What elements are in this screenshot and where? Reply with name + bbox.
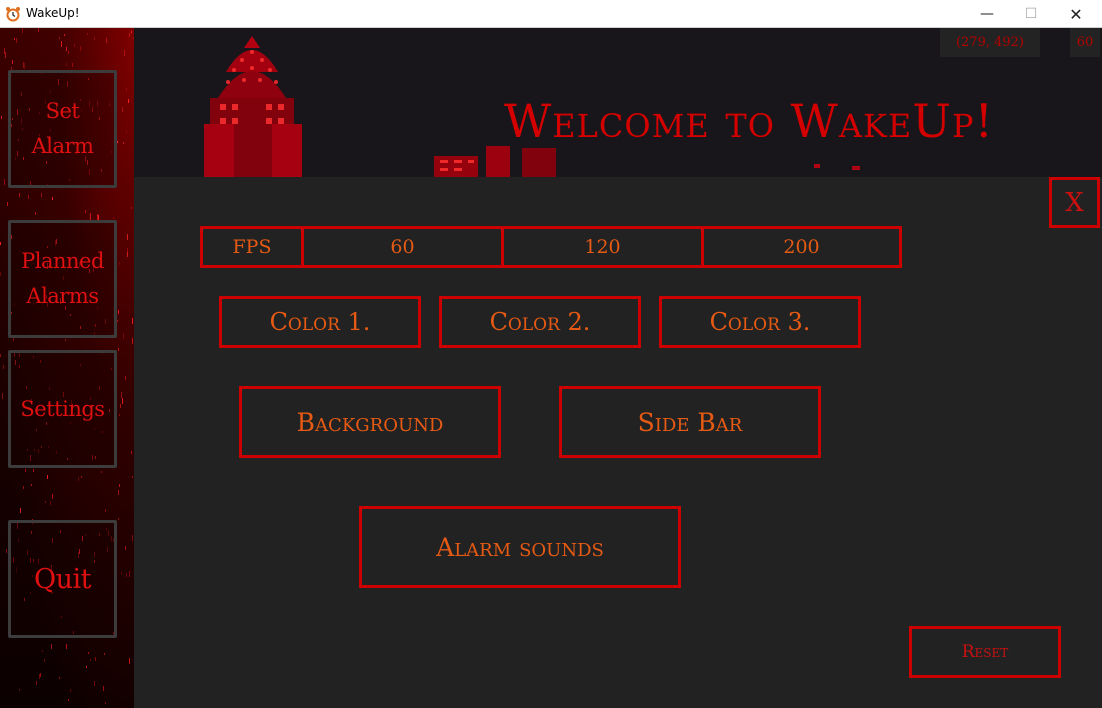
side-bar-button[interactable]: Side Bar bbox=[559, 386, 821, 458]
quit-label: Quit bbox=[33, 563, 92, 595]
planned-alarms-label-line2: Alarms bbox=[26, 284, 99, 308]
color-1-button[interactable]: Color 1. bbox=[219, 296, 421, 348]
settings-panel: X FPS 60 120 200 Color 1. Color 2. Color… bbox=[134, 177, 1102, 708]
maximize-button[interactable]: ☐ bbox=[1008, 0, 1054, 28]
settings-button[interactable]: Settings bbox=[8, 350, 117, 468]
fps-selector: FPS 60 120 200 bbox=[200, 226, 902, 268]
window-title: WakeUp! bbox=[26, 6, 80, 20]
fps-option-120[interactable]: 120 bbox=[501, 229, 701, 265]
window-titlebar: WakeUp! — ☐ ✕ bbox=[0, 0, 1102, 28]
background-button[interactable]: Background bbox=[239, 386, 501, 458]
set-alarm-label-line2: Alarm bbox=[31, 134, 94, 158]
header-banner: Welcome to WakeUp! (279, 492) 60 bbox=[134, 28, 1102, 177]
fps-option-60[interactable]: 60 bbox=[301, 229, 501, 265]
planned-alarms-button[interactable]: Planned Alarms bbox=[8, 220, 117, 338]
quit-button[interactable]: Quit bbox=[8, 520, 117, 638]
welcome-title: Welcome to WakeUp! bbox=[504, 94, 994, 148]
color-2-button[interactable]: Color 2. bbox=[439, 296, 641, 348]
alarm-sounds-button[interactable]: Alarm sounds bbox=[359, 506, 681, 588]
fps-label: FPS bbox=[232, 236, 272, 258]
mouse-coordinates-readout: (279, 492) bbox=[940, 28, 1040, 57]
color-3-button[interactable]: Color 3. bbox=[659, 296, 861, 348]
set-alarm-button[interactable]: Set Alarm bbox=[8, 70, 117, 188]
close-window-button[interactable]: ✕ bbox=[1053, 0, 1099, 28]
planned-alarms-label-line1: Planned bbox=[21, 249, 104, 273]
close-settings-button[interactable]: X bbox=[1049, 177, 1100, 228]
fps-counter: 60 bbox=[1070, 28, 1100, 57]
reset-button[interactable]: Reset bbox=[909, 626, 1061, 678]
set-alarm-label-line1: Set bbox=[45, 99, 80, 123]
alarm-clock-icon bbox=[6, 7, 20, 22]
fps-option-200[interactable]: 200 bbox=[701, 229, 899, 265]
sidebar: Set Alarm Planned Alarms Settings Quit bbox=[0, 28, 134, 708]
minimize-button[interactable]: — bbox=[964, 0, 1010, 28]
settings-label: Settings bbox=[20, 396, 105, 421]
